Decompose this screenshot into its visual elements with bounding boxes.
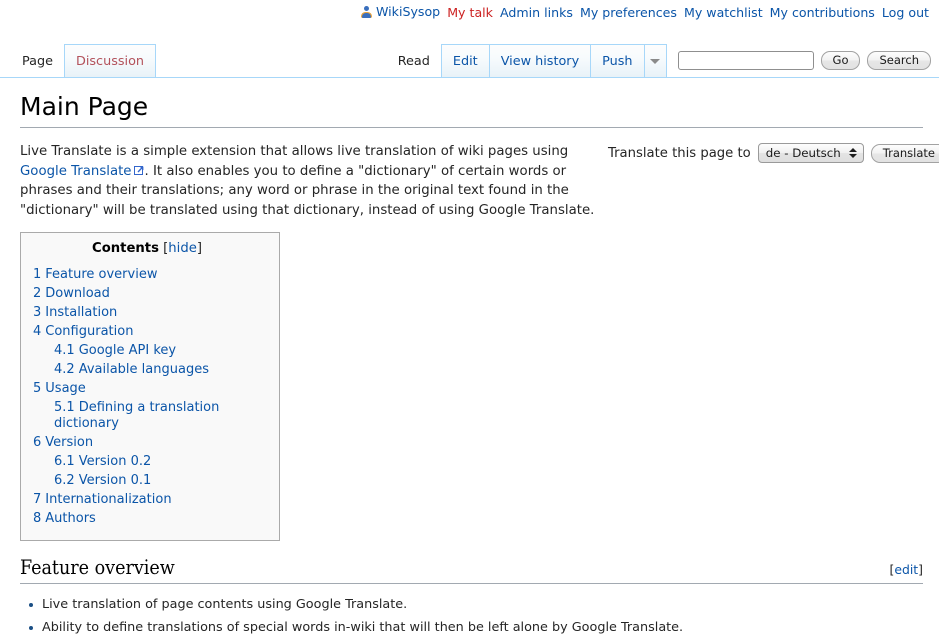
- translate-widget-label: Translate this page to: [608, 145, 751, 161]
- tabs-underline-inner: [0, 78, 939, 79]
- navigation-tabs-row: Page Discussion Read Edit View history P…: [0, 44, 939, 79]
- my-contributions-link[interactable]: My contributions: [770, 5, 875, 20]
- personal-item-admin-links[interactable]: Admin links: [500, 0, 580, 26]
- search-button[interactable]: Search: [867, 51, 931, 70]
- toc-item[interactable]: 2 Download: [33, 286, 261, 302]
- tab-edit-label: Edit: [452, 53, 478, 69]
- toc-title: Contents [hide]: [33, 241, 261, 256]
- personal-item-wikisysop[interactable]: WikiSysop: [361, 0, 447, 27]
- my-talk-link[interactable]: My talk: [447, 5, 493, 20]
- translate-button[interactable]: Translate: [870, 143, 939, 163]
- my-preferences-link[interactable]: My preferences: [580, 5, 677, 20]
- section-heading: Feature overview: [20, 556, 175, 579]
- toc-bracket-close: ]: [196, 241, 202, 256]
- user-page-link[interactable]: WikiSysop: [361, 0, 440, 25]
- tab-edit[interactable]: Edit: [440, 44, 490, 77]
- log-out-link[interactable]: Log out: [882, 5, 929, 20]
- page-content: Main Page Live Translate is a simple ext…: [0, 80, 939, 635]
- search-form: Go Search: [667, 44, 939, 77]
- toc-item[interactable]: 6 Version: [33, 435, 261, 451]
- namespace-tabs: Page Discussion: [10, 44, 157, 77]
- language-select[interactable]: de - Deutsch: [757, 143, 864, 163]
- toc-toggle[interactable]: [hide]: [159, 241, 202, 256]
- tab-page-label: Page: [22, 53, 53, 69]
- toc-item[interactable]: 6.2 Version 0.1: [33, 473, 261, 489]
- section-edit-link[interactable]: edit: [894, 562, 918, 577]
- toc-item[interactable]: 5.1 Defining a translation dictionary: [33, 400, 261, 432]
- edit-bracket-close: ]: [918, 562, 923, 577]
- toc-link: 4.1 Google API key: [54, 343, 177, 358]
- intro-and-translate-row: Live Translate is a simple extension tha…: [20, 142, 939, 220]
- toc-link: 4 Configuration: [33, 324, 134, 339]
- translate-widget: Translate this page to de - Deutsch Tran…: [600, 142, 939, 163]
- personal-item-log-out[interactable]: Log out: [882, 0, 931, 26]
- feature-list: Live translation of page contents using …: [20, 593, 923, 639]
- my-watchlist-link[interactable]: My watchlist: [684, 5, 763, 20]
- section-header-feature-overview: Feature overview [edit]: [20, 556, 923, 585]
- intro-column: Live Translate is a simple extension tha…: [20, 142, 600, 220]
- personal-item-my-talk[interactable]: My talk: [447, 0, 500, 26]
- list-item: Ability to define translations of specia…: [29, 616, 923, 639]
- external-link-icon: [133, 163, 145, 175]
- toc-item[interactable]: 4.2 Available languages: [33, 362, 261, 378]
- toc-link: 5.1 Defining a translation dictionary: [54, 400, 220, 431]
- toc-link: 2 Download: [33, 286, 110, 301]
- tab-discussion[interactable]: Discussion: [63, 44, 157, 77]
- toc-item[interactable]: 4 Configuration: [33, 324, 261, 340]
- toc-item[interactable]: 8 Authors: [33, 511, 261, 527]
- personal-item-my-contributions[interactable]: My contributions: [770, 0, 882, 26]
- go-button[interactable]: Go: [820, 51, 861, 70]
- toc-link: 6.1 Version 0.2: [54, 454, 152, 469]
- search-input[interactable]: [677, 51, 814, 70]
- user-avatar-icon: [361, 6, 372, 18]
- select-stepper-icon: [848, 148, 857, 158]
- chevron-down-icon: [650, 58, 661, 64]
- personal-item-my-preferences[interactable]: My preferences: [580, 0, 684, 26]
- toc-item[interactable]: 5 Usage: [33, 381, 261, 397]
- toc-link: 6 Version: [33, 435, 94, 450]
- toc-link: 3 Installation: [33, 305, 118, 320]
- toc-link: 4.2 Available languages: [54, 362, 209, 377]
- table-of-contents: Contents [hide] 1 Feature overview 2 Downl…: [20, 232, 280, 541]
- toc-item[interactable]: 4.1 Google API key: [33, 343, 261, 359]
- intro-paragraph: Live Translate is a simple extension tha…: [20, 142, 600, 220]
- tab-read[interactable]: Read: [385, 44, 442, 77]
- personal-item-my-watchlist[interactable]: My watchlist: [684, 0, 770, 26]
- tab-view-history[interactable]: View history: [488, 44, 592, 77]
- toc-list: 1 Feature overview 2 Download 3 Installatio…: [33, 267, 261, 527]
- toc-hide-link[interactable]: hide: [168, 241, 197, 256]
- tab-push-label: Push: [602, 53, 633, 69]
- toc-link: 8 Authors: [33, 511, 96, 526]
- google-translate-link[interactable]: Google Translate: [20, 164, 132, 179]
- tab-more-actions-button[interactable]: [643, 44, 667, 77]
- admin-links-link[interactable]: Admin links: [500, 5, 573, 20]
- tab-read-label: Read: [397, 53, 430, 69]
- toc-item[interactable]: 7 Internationalization: [33, 492, 261, 508]
- toc-item[interactable]: 6.1 Version 0.2: [33, 454, 261, 470]
- personal-toolbar-list: WikiSysop My talk Admin links My prefere…: [361, 0, 931, 27]
- toc-link: 7 Internationalization: [33, 492, 172, 507]
- toc-item[interactable]: 1 Feature overview: [33, 267, 261, 283]
- toc-link: 5 Usage: [33, 381, 86, 396]
- personal-item-label: WikiSysop: [376, 4, 441, 19]
- tab-push[interactable]: Push: [590, 44, 645, 77]
- tab-page[interactable]: Page: [10, 44, 65, 77]
- personal-toolbar: WikiSysop My talk Admin links My prefere…: [0, 0, 939, 26]
- toc-link: 1 Feature overview: [33, 267, 158, 282]
- tab-view-history-label: View history: [500, 53, 580, 69]
- page-title: Main Page: [20, 92, 923, 128]
- language-select-value: de - Deutsch: [765, 146, 841, 160]
- section-edit-link-wrapper: [edit]: [890, 562, 923, 577]
- list-item: Live translation of page contents using …: [29, 593, 923, 616]
- toc-link: 6.2 Version 0.1: [54, 473, 152, 488]
- view-tabs-and-search: Read Edit View history Push Go Search: [385, 44, 939, 77]
- toc-title-label: Contents: [92, 241, 159, 256]
- toc-item[interactable]: 3 Installation: [33, 305, 261, 321]
- tab-discussion-label: Discussion: [75, 53, 145, 69]
- intro-text-part1: Live Translate is a simple extension tha…: [20, 144, 569, 159]
